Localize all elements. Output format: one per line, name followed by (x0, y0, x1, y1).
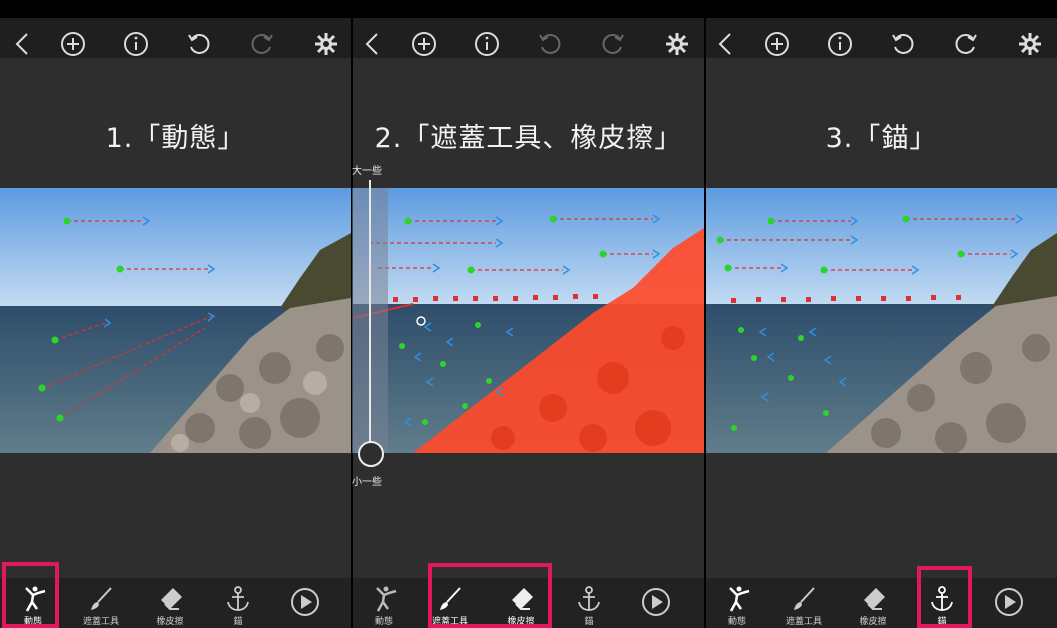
play-button[interactable] (626, 578, 686, 628)
anchor-icon (227, 586, 249, 611)
panel-motion: 1.「動態」 動態 遮蓋工具 橡皮擦 錨 (0, 0, 351, 628)
bottom-tabbar: 動態 遮蓋工具 橡皮擦 錨 (706, 578, 1057, 628)
gear-icon[interactable] (311, 29, 341, 59)
step-caption: 1.「動態」 (105, 123, 246, 154)
tab-motion[interactable]: 動態 (707, 578, 767, 628)
anchor-icon (578, 586, 600, 611)
panel-mask-eraser: 2.「遮蓋工具、橡皮擦」 動態 遮蓋工具 橡皮擦 錨 (353, 0, 704, 628)
add-icon[interactable] (58, 29, 88, 59)
slider-handle[interactable] (358, 441, 384, 467)
slider-track (369, 180, 371, 443)
tab-anchor[interactable]: 錨 (559, 578, 619, 628)
gear-icon[interactable] (662, 29, 692, 59)
slider-label-smaller: 小一些 (352, 477, 382, 488)
info-icon[interactable] (121, 29, 151, 59)
eraser-icon (161, 588, 182, 610)
play-button[interactable] (275, 578, 335, 628)
play-icon (995, 588, 1023, 616)
info-icon[interactable] (472, 29, 502, 59)
top-toolbar (353, 0, 704, 58)
step-caption: 2.「遮蓋工具、橡皮擦」 (374, 123, 683, 154)
highlight-box (917, 566, 972, 628)
tab-eraser[interactable]: 橡皮擦 (140, 578, 200, 628)
tab-mask-tool[interactable]: 遮蓋工具 (71, 578, 131, 628)
undo-icon[interactable] (888, 29, 918, 59)
photo-canvas (0, 188, 351, 453)
redo-icon[interactable] (951, 29, 981, 59)
tab-eraser[interactable]: 橡皮擦 (843, 578, 903, 628)
highlight-box (2, 562, 59, 628)
back-icon[interactable] (358, 29, 388, 59)
brush-size-slider[interactable] (352, 180, 388, 467)
redo-icon[interactable] (598, 29, 628, 59)
play-icon (642, 588, 670, 616)
redo-icon[interactable] (247, 29, 277, 59)
dancer-icon (729, 586, 750, 612)
gear-icon[interactable] (1015, 29, 1045, 59)
brush-icon (91, 587, 112, 610)
undo-icon[interactable] (184, 29, 214, 59)
play-icon (291, 588, 319, 616)
add-icon[interactable] (409, 29, 439, 59)
photo-canvas (353, 188, 704, 453)
dancer-icon (376, 586, 397, 612)
panel-anchor: 3.「錨」 動態 遮蓋工具 橡皮擦 錨 (706, 0, 1057, 628)
step-caption: 3.「錨」 (825, 123, 938, 154)
highlight-box (428, 563, 552, 628)
info-icon[interactable] (825, 29, 855, 59)
brush-icon (794, 587, 815, 610)
add-icon[interactable] (762, 29, 792, 59)
slider-label-larger: 大一些 (352, 166, 382, 177)
tab-anchor[interactable]: 錨 (208, 578, 268, 628)
back-icon[interactable] (711, 29, 741, 59)
tab-motion[interactable]: 動態 (354, 578, 414, 628)
photo-canvas (706, 188, 1057, 453)
back-icon[interactable] (8, 29, 38, 59)
undo-icon[interactable] (535, 29, 565, 59)
play-button[interactable] (979, 578, 1039, 628)
top-toolbar (706, 0, 1057, 58)
eraser-icon (864, 588, 885, 610)
top-toolbar (0, 0, 351, 58)
tab-mask-tool[interactable]: 遮蓋工具 (774, 578, 834, 628)
